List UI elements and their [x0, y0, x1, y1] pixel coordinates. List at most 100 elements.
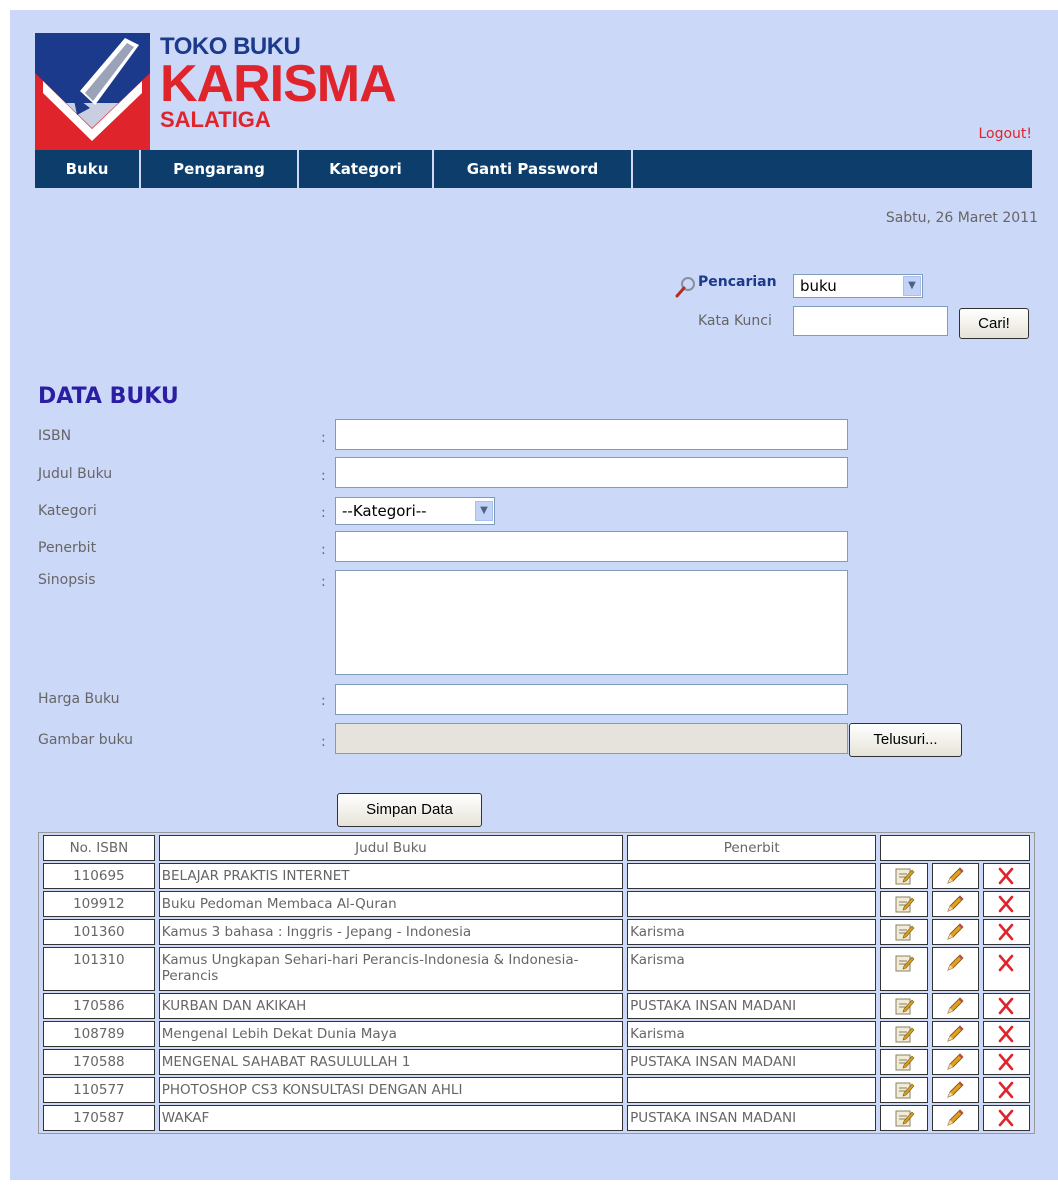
gambar-label: Gambar buku [38, 732, 134, 748]
form-title: DATA BUKU [38, 384, 179, 409]
cell-publisher: Karisma [627, 919, 877, 945]
keyword-label: Kata Kunci [698, 313, 772, 329]
kategori-label: Kategori [38, 503, 97, 519]
detail-icon[interactable] [893, 1023, 915, 1045]
detail-cell [880, 1021, 928, 1047]
colon: : [321, 734, 326, 750]
cell-title: Kamus Ungkapan Sehari-hari Perancis-Indo… [158, 947, 624, 991]
sinopsis-textarea[interactable] [335, 570, 848, 675]
table-header-row: No. ISBN Judul Buku Penerbit [43, 835, 1030, 861]
table-row: 170586 KURBAN DAN AKIKAH PUSTAKA INSAN M… [43, 993, 1030, 1019]
cell-isbn: 170588 [43, 1049, 155, 1075]
detail-cell [880, 1105, 928, 1131]
edit-icon[interactable] [944, 995, 966, 1017]
table-row: 110577 PHOTOSHOP CS3 KONSULTASI DENGAN A… [43, 1077, 1030, 1103]
current-date: Sabtu, 26 Maret 2011 [885, 210, 1038, 226]
cell-isbn: 108789 [43, 1021, 155, 1047]
sinopsis-label: Sinopsis [38, 572, 96, 588]
delete-icon[interactable] [995, 865, 1017, 887]
nav-item-pengarang[interactable]: Pengarang [141, 150, 299, 188]
detail-cell [880, 993, 928, 1019]
edit-icon[interactable] [944, 1079, 966, 1101]
chevron-down-icon[interactable]: ▼ [475, 501, 493, 521]
delete-icon[interactable] [995, 1079, 1017, 1101]
nav-item-kategori[interactable]: Kategori [299, 150, 434, 188]
penerbit-field[interactable] [335, 531, 848, 562]
save-button[interactable]: Simpan Data [337, 793, 482, 827]
detail-icon[interactable] [893, 1051, 915, 1073]
detail-icon[interactable] [893, 921, 915, 943]
edit-icon[interactable] [944, 1051, 966, 1073]
colon: : [321, 430, 326, 446]
edit-icon[interactable] [944, 952, 966, 974]
edit-icon[interactable] [944, 1023, 966, 1045]
kategori-select[interactable]: --Kategori-- ▼ [335, 497, 495, 525]
delete-cell [982, 1049, 1030, 1075]
cell-isbn: 109912 [43, 891, 155, 917]
edit-cell [931, 947, 979, 991]
keyword-input[interactable] [793, 306, 948, 336]
header-title: Judul Buku [158, 835, 624, 861]
nav-item-ganti-password[interactable]: Ganti Password [434, 150, 633, 188]
chevron-down-icon[interactable]: ▼ [903, 276, 921, 296]
delete-cell [982, 891, 1030, 917]
browse-button[interactable]: Telusuri... [849, 723, 962, 757]
edit-cell [931, 1021, 979, 1047]
delete-icon[interactable] [995, 921, 1017, 943]
edit-cell [931, 993, 979, 1019]
delete-icon[interactable] [995, 1023, 1017, 1045]
detail-cell [880, 947, 928, 991]
edit-icon[interactable] [944, 921, 966, 943]
cell-title: PHOTOSHOP CS3 KONSULTASI DENGAN AHLI [158, 1077, 624, 1103]
detail-icon[interactable] [893, 865, 915, 887]
cell-title: MENGENAL SAHABAT RASULULLAH 1 [158, 1049, 624, 1075]
delete-icon[interactable] [995, 952, 1017, 974]
kategori-value: --Kategori-- [342, 502, 427, 520]
logout-link[interactable]: Logout! [978, 126, 1032, 142]
edit-cell [931, 1077, 979, 1103]
edit-icon[interactable] [944, 893, 966, 915]
delete-icon[interactable] [995, 995, 1017, 1017]
brand-line-2: KARISMA [160, 55, 397, 113]
isbn-field[interactable] [335, 419, 848, 450]
detail-icon[interactable] [893, 995, 915, 1017]
cell-isbn: 170586 [43, 993, 155, 1019]
gambar-file-field[interactable] [335, 723, 848, 754]
harga-field[interactable] [335, 684, 848, 715]
cell-isbn: 101360 [43, 919, 155, 945]
page-background: TOKO BUKU KARISMA SALATIGA Logout! Buku … [10, 10, 1058, 1180]
cell-isbn: 110695 [43, 863, 155, 889]
search-type-select[interactable]: buku ▼ [793, 274, 923, 298]
delete-cell [982, 919, 1030, 945]
edit-cell [931, 1049, 979, 1075]
cell-publisher [627, 891, 877, 917]
isbn-label: ISBN [38, 428, 72, 444]
table-row: 101360 Kamus 3 bahasa : Inggris - Jepang… [43, 919, 1030, 945]
detail-icon[interactable] [893, 952, 915, 974]
colon: : [321, 574, 326, 590]
cell-title: Kamus 3 bahasa : Inggris - Jepang - Indo… [158, 919, 624, 945]
delete-icon[interactable] [995, 1107, 1017, 1129]
header-publisher: Penerbit [627, 835, 877, 861]
edit-icon[interactable] [944, 865, 966, 887]
cell-publisher: PUSTAKA INSAN MADANI [627, 1105, 877, 1131]
delete-cell [982, 1105, 1030, 1131]
colon: : [321, 505, 326, 521]
detail-icon[interactable] [893, 1107, 915, 1129]
delete-cell [982, 1021, 1030, 1047]
detail-icon[interactable] [893, 893, 915, 915]
search-button[interactable]: Cari! [959, 308, 1029, 339]
delete-cell [982, 947, 1030, 991]
edit-icon[interactable] [944, 1107, 966, 1129]
delete-cell [982, 993, 1030, 1019]
table-row: 109912 Buku Pedoman Membaca Al-Quran [43, 891, 1030, 917]
cell-publisher: Karisma [627, 947, 877, 991]
search-type-value: buku [800, 277, 837, 295]
judul-field[interactable] [335, 457, 848, 488]
delete-icon[interactable] [995, 893, 1017, 915]
delete-icon[interactable] [995, 1051, 1017, 1073]
cell-isbn: 101310 [43, 947, 155, 991]
nav-item-buku[interactable]: Buku [35, 150, 141, 188]
harga-label: Harga Buku [38, 691, 120, 707]
detail-icon[interactable] [893, 1079, 915, 1101]
